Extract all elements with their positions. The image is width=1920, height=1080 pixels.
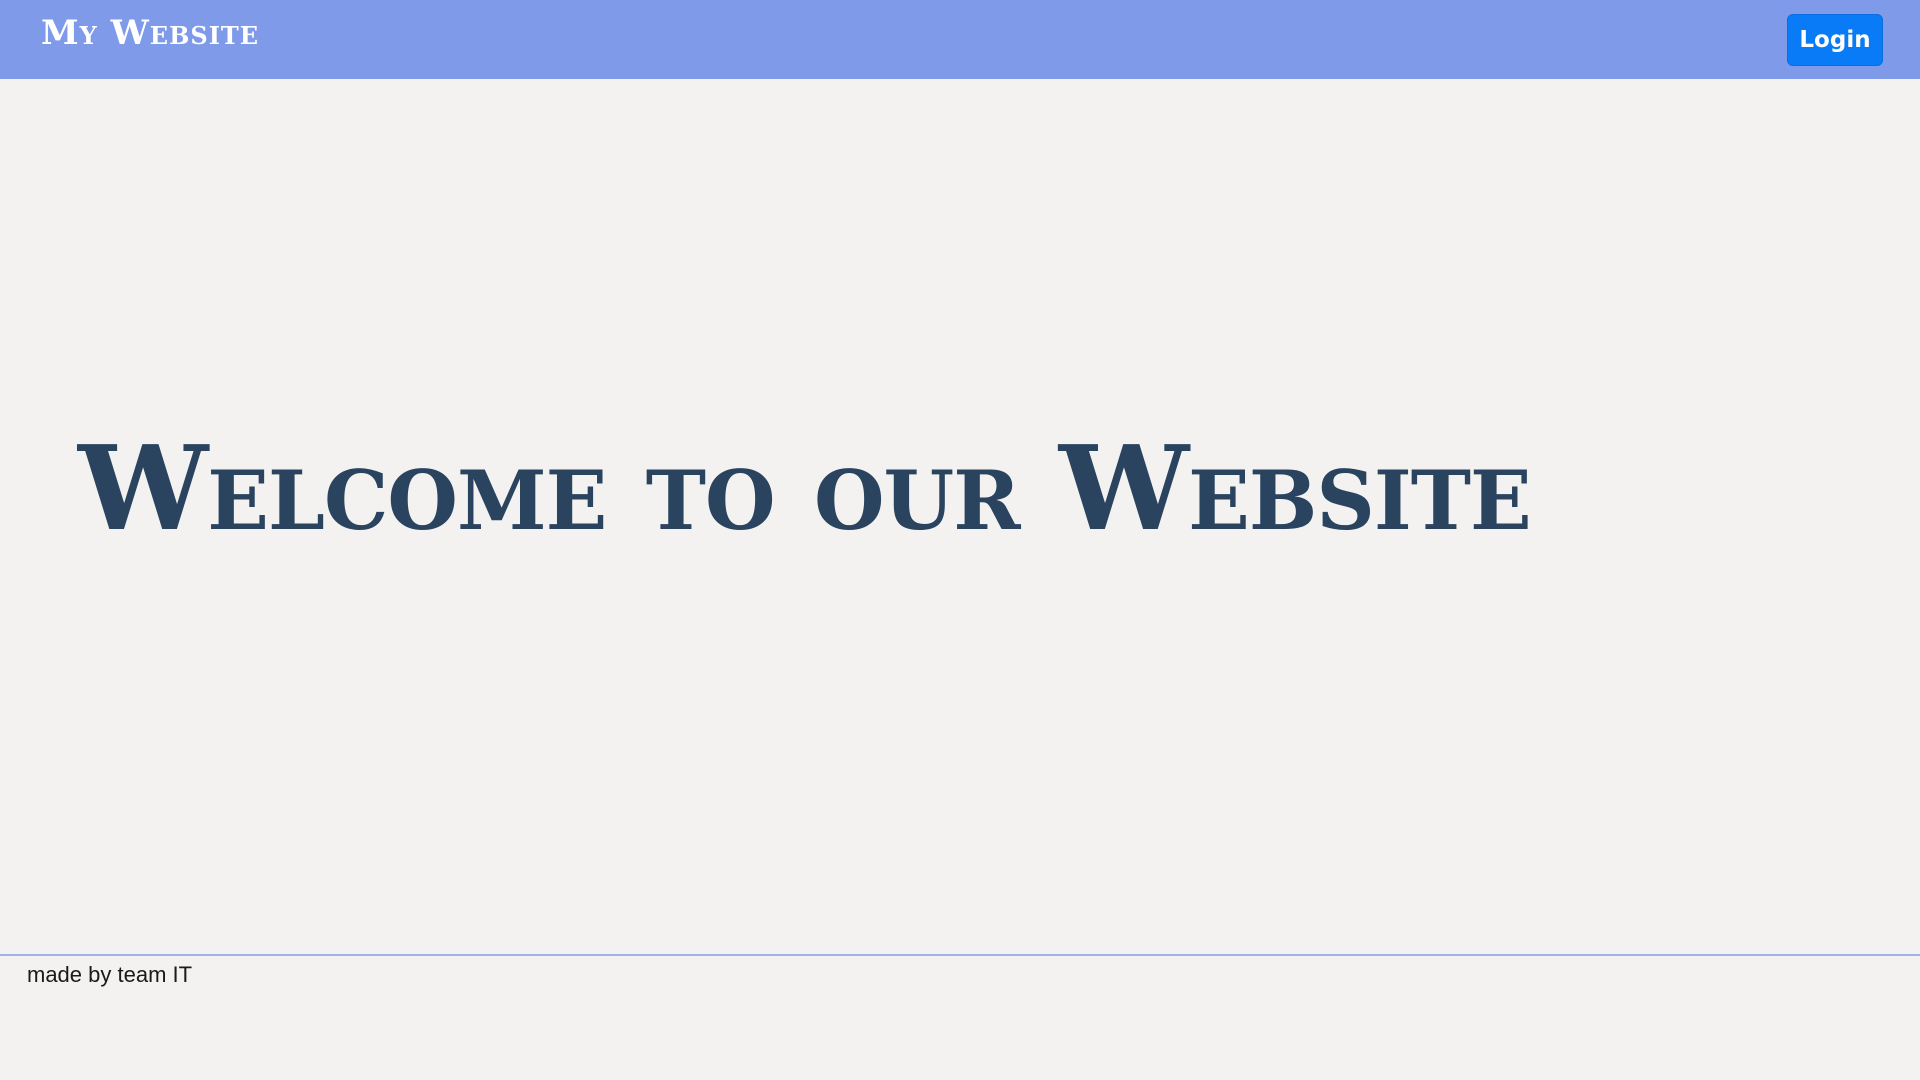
hero-title: Welcome to our Website bbox=[78, 421, 1532, 557]
hero-section: Welcome to our Website bbox=[0, 79, 1920, 954]
footer-divider bbox=[0, 954, 1920, 956]
site-brand[interactable]: My Website bbox=[41, 16, 259, 50]
navbar: My Website Login bbox=[0, 0, 1920, 79]
footer-credit: made by team IT bbox=[27, 962, 193, 987]
login-button[interactable]: Login bbox=[1787, 14, 1883, 66]
